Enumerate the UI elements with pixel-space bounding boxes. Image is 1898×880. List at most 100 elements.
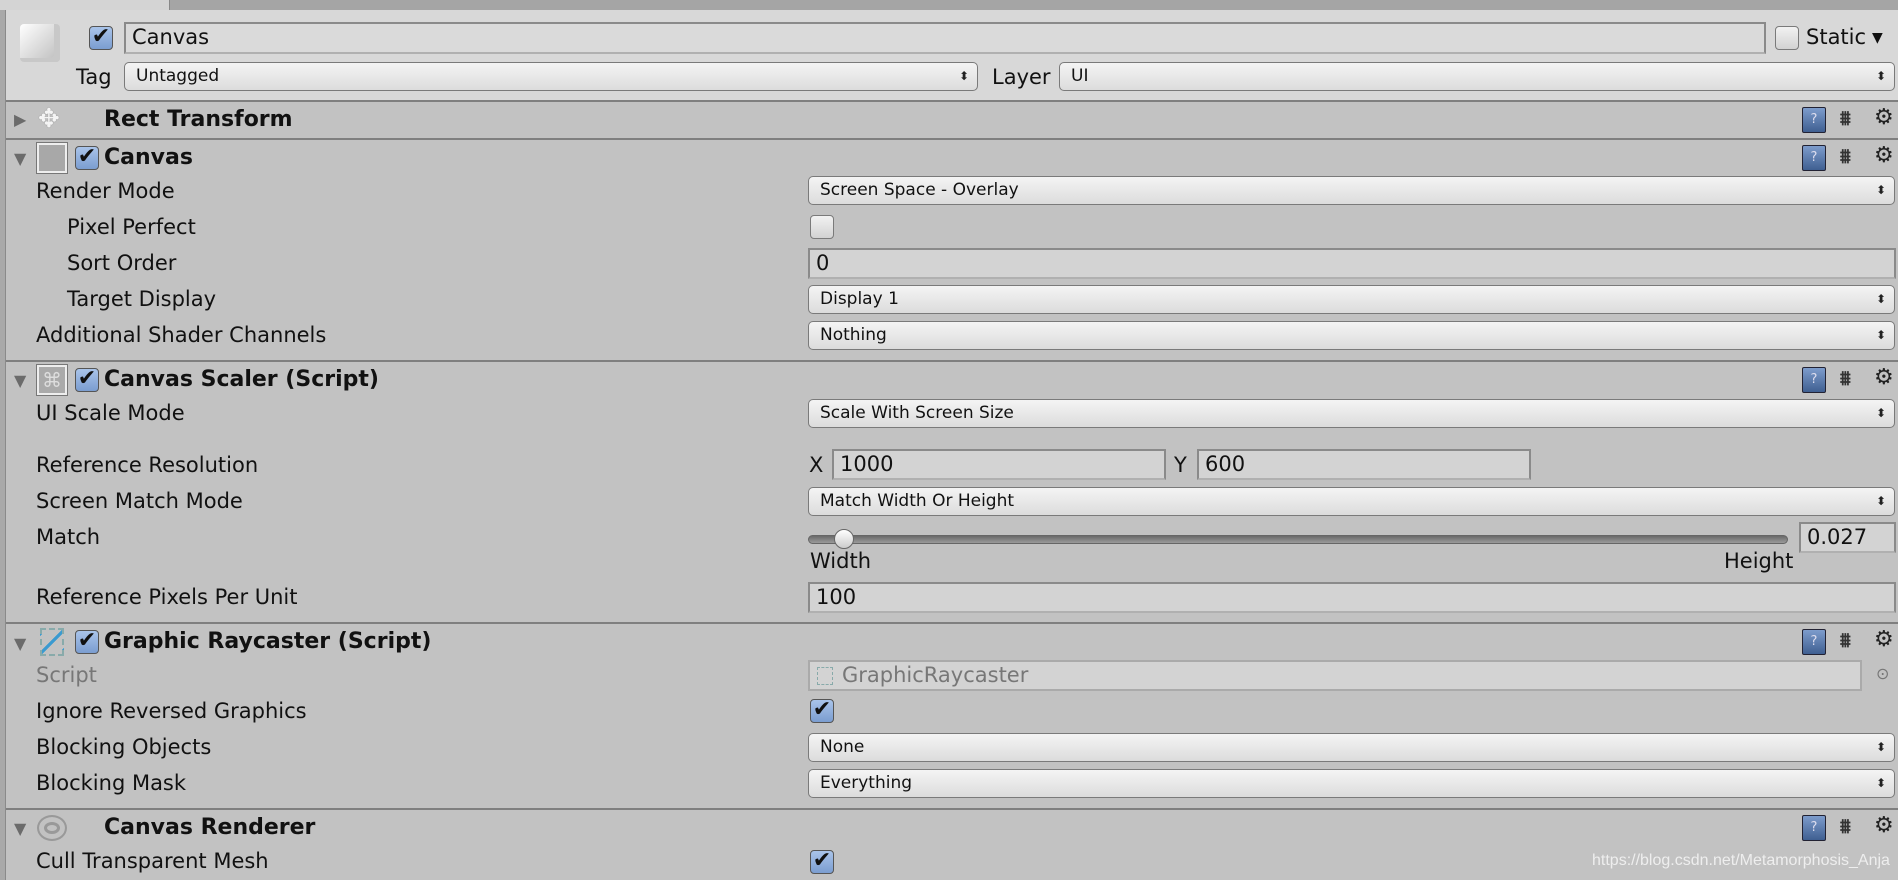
canvas-enabled-checkbox[interactable]: ✔ — [75, 146, 99, 170]
help-icon[interactable]: ? — [1802, 367, 1826, 393]
rect-transform-icon: ✥ — [38, 104, 60, 134]
reference-resolution-y-field[interactable]: 600 — [1197, 449, 1531, 480]
blocking-objects-dropdown[interactable]: None ⬍ — [808, 733, 1895, 762]
tab-inspector[interactable] — [0, 0, 170, 10]
reference-pixels-per-unit-field[interactable]: 100 — [808, 582, 1896, 613]
gear-icon[interactable]: ⚙ — [1874, 813, 1894, 838]
pixel-perfect-checkbox[interactable] — [810, 215, 834, 239]
left-edge — [0, 10, 6, 880]
target-display-value: Display 1 — [820, 289, 899, 309]
tag-dropdown[interactable]: Untagged ⬍ — [124, 62, 978, 91]
ui-scale-mode-value: Scale With Screen Size — [820, 403, 1014, 423]
help-icon[interactable]: ? — [1802, 145, 1826, 171]
match-label: Match — [36, 525, 101, 549]
match-value-field[interactable]: 0.027 — [1799, 522, 1896, 553]
fold-open-icon[interactable]: ▼ — [14, 371, 26, 390]
component-title-canvas-renderer[interactable]: Canvas Renderer — [104, 815, 315, 841]
blocking-mask-value: Everything — [820, 773, 913, 793]
blocking-mask-dropdown[interactable]: Everything ⬍ — [808, 769, 1895, 798]
help-icon[interactable]: ? — [1802, 629, 1826, 655]
canvas-scaler-enabled-checkbox[interactable]: ✔ — [75, 368, 99, 392]
blocking-objects-value: None — [820, 737, 865, 757]
component-title-rect-transform[interactable]: Rect Transform — [104, 107, 293, 133]
gear-icon[interactable]: ⚙ — [1874, 365, 1894, 390]
dropdown-arrow-icon: ⬍ — [1875, 183, 1886, 197]
screen-match-mode-dropdown[interactable]: Match Width Or Height ⬍ — [808, 487, 1895, 516]
layer-value: UI — [1071, 66, 1089, 86]
pixel-perfect-label: Pixel Perfect — [67, 215, 196, 239]
help-icon[interactable]: ? — [1802, 107, 1826, 133]
cull-transparent-mesh-label: Cull Transparent Mesh — [36, 849, 269, 873]
name-field[interactable]: Canvas — [124, 22, 1766, 54]
dropdown-arrow-icon: ⬍ — [1875, 328, 1886, 342]
presets-icon[interactable]: ⩩ — [1840, 814, 1851, 838]
shader-channels-label: Additional Shader Channels — [36, 323, 327, 347]
match-height-label: Height — [1724, 549, 1794, 573]
render-mode-label: Render Mode — [36, 179, 175, 203]
active-checkbox[interactable]: ✔ — [89, 26, 113, 50]
raycaster-enabled-checkbox[interactable]: ✔ — [75, 630, 99, 654]
dropdown-arrow-icon: ⬍ — [958, 69, 969, 83]
reference-resolution-x-field[interactable]: 1000 — [832, 449, 1166, 480]
layer-dropdown[interactable]: UI ⬍ — [1059, 62, 1895, 91]
dropdown-arrow-icon: ⬍ — [1875, 740, 1886, 754]
layer-label: Layer — [992, 65, 1051, 89]
dropdown-arrow-icon: ⬍ — [1875, 406, 1886, 420]
object-picker-icon[interactable]: ⊙ — [1876, 664, 1889, 683]
graphic-raycaster-icon — [40, 628, 64, 656]
match-slider-track[interactable] — [808, 535, 1788, 544]
match-slider-thumb[interactable] — [833, 529, 854, 549]
presets-icon[interactable]: ⩩ — [1840, 144, 1851, 168]
render-mode-value: Screen Space - Overlay — [820, 180, 1019, 200]
ignore-reversed-graphics-checkbox[interactable]: ✔ — [810, 699, 834, 723]
fold-open-icon[interactable]: ▼ — [14, 819, 26, 838]
target-display-label: Target Display — [67, 287, 217, 311]
shader-channels-dropdown[interactable]: Nothing ⬍ — [808, 321, 1895, 350]
render-mode-dropdown[interactable]: Screen Space - Overlay ⬍ — [808, 176, 1895, 205]
help-icon[interactable]: ? — [1802, 815, 1826, 841]
divider — [6, 360, 1898, 362]
sort-order-field[interactable]: 0 — [808, 248, 1896, 279]
canvas-renderer-icon — [37, 815, 67, 841]
gear-icon[interactable]: ⚙ — [1874, 627, 1894, 652]
component-title-canvas-scaler[interactable]: Canvas Scaler (Script) — [104, 367, 379, 393]
script-label: Script — [36, 663, 97, 687]
reference-pixels-per-unit-label: Reference Pixels Per Unit — [36, 585, 298, 609]
watermark: https://blog.csdn.net/Metamorphosis_Anja — [1592, 852, 1890, 869]
blocking-mask-label: Blocking Mask — [36, 771, 187, 795]
presets-icon[interactable]: ⩩ — [1840, 366, 1851, 390]
component-title-canvas[interactable]: Canvas — [104, 145, 193, 171]
gear-icon[interactable]: ⚙ — [1874, 143, 1894, 168]
script-field[interactable]: GraphicRaycaster — [808, 660, 1862, 691]
tag-label: Tag — [76, 65, 112, 89]
dropdown-arrow-icon: ⬍ — [1875, 776, 1886, 790]
script-value: GraphicRaycaster — [842, 663, 1029, 687]
fold-closed-icon[interactable]: ▶ — [14, 110, 26, 129]
sort-order-label: Sort Order — [67, 251, 177, 275]
target-display-dropdown[interactable]: Display 1 ⬍ — [808, 285, 1895, 314]
ui-scale-mode-dropdown[interactable]: Scale With Screen Size ⬍ — [808, 399, 1895, 428]
canvas-scaler-icon: ⌘ — [36, 364, 68, 396]
canvas-component-icon — [36, 142, 68, 174]
presets-icon[interactable]: ⩩ — [1840, 628, 1851, 652]
tag-value: Untagged — [136, 66, 220, 86]
dropdown-arrow-icon: ⬍ — [1875, 69, 1886, 83]
cull-transparent-mesh-checkbox[interactable]: ✔ — [810, 850, 834, 874]
divider — [6, 138, 1898, 140]
tab-strip — [0, 0, 1898, 10]
screen-match-mode-label: Screen Match Mode — [36, 489, 243, 513]
blocking-objects-label: Blocking Objects — [36, 735, 212, 759]
shader-channels-value: Nothing — [820, 325, 887, 345]
dropdown-arrow-icon: ⬍ — [1875, 292, 1886, 306]
gameobject-cube-icon[interactable] — [20, 24, 60, 62]
fold-open-icon[interactable]: ▼ — [14, 149, 26, 168]
fold-open-icon[interactable]: ▼ — [14, 634, 26, 653]
static-dropdown-arrow-icon[interactable]: ▼ — [1872, 30, 1883, 46]
reference-resolution-label: Reference Resolution — [36, 453, 259, 477]
ui-scale-mode-label: UI Scale Mode — [36, 401, 185, 425]
divider — [6, 622, 1898, 624]
component-title-graphic-raycaster[interactable]: Graphic Raycaster (Script) — [104, 629, 431, 655]
static-checkbox[interactable] — [1775, 26, 1799, 50]
gear-icon[interactable]: ⚙ — [1874, 105, 1894, 130]
presets-icon[interactable]: ⩩ — [1840, 106, 1851, 130]
